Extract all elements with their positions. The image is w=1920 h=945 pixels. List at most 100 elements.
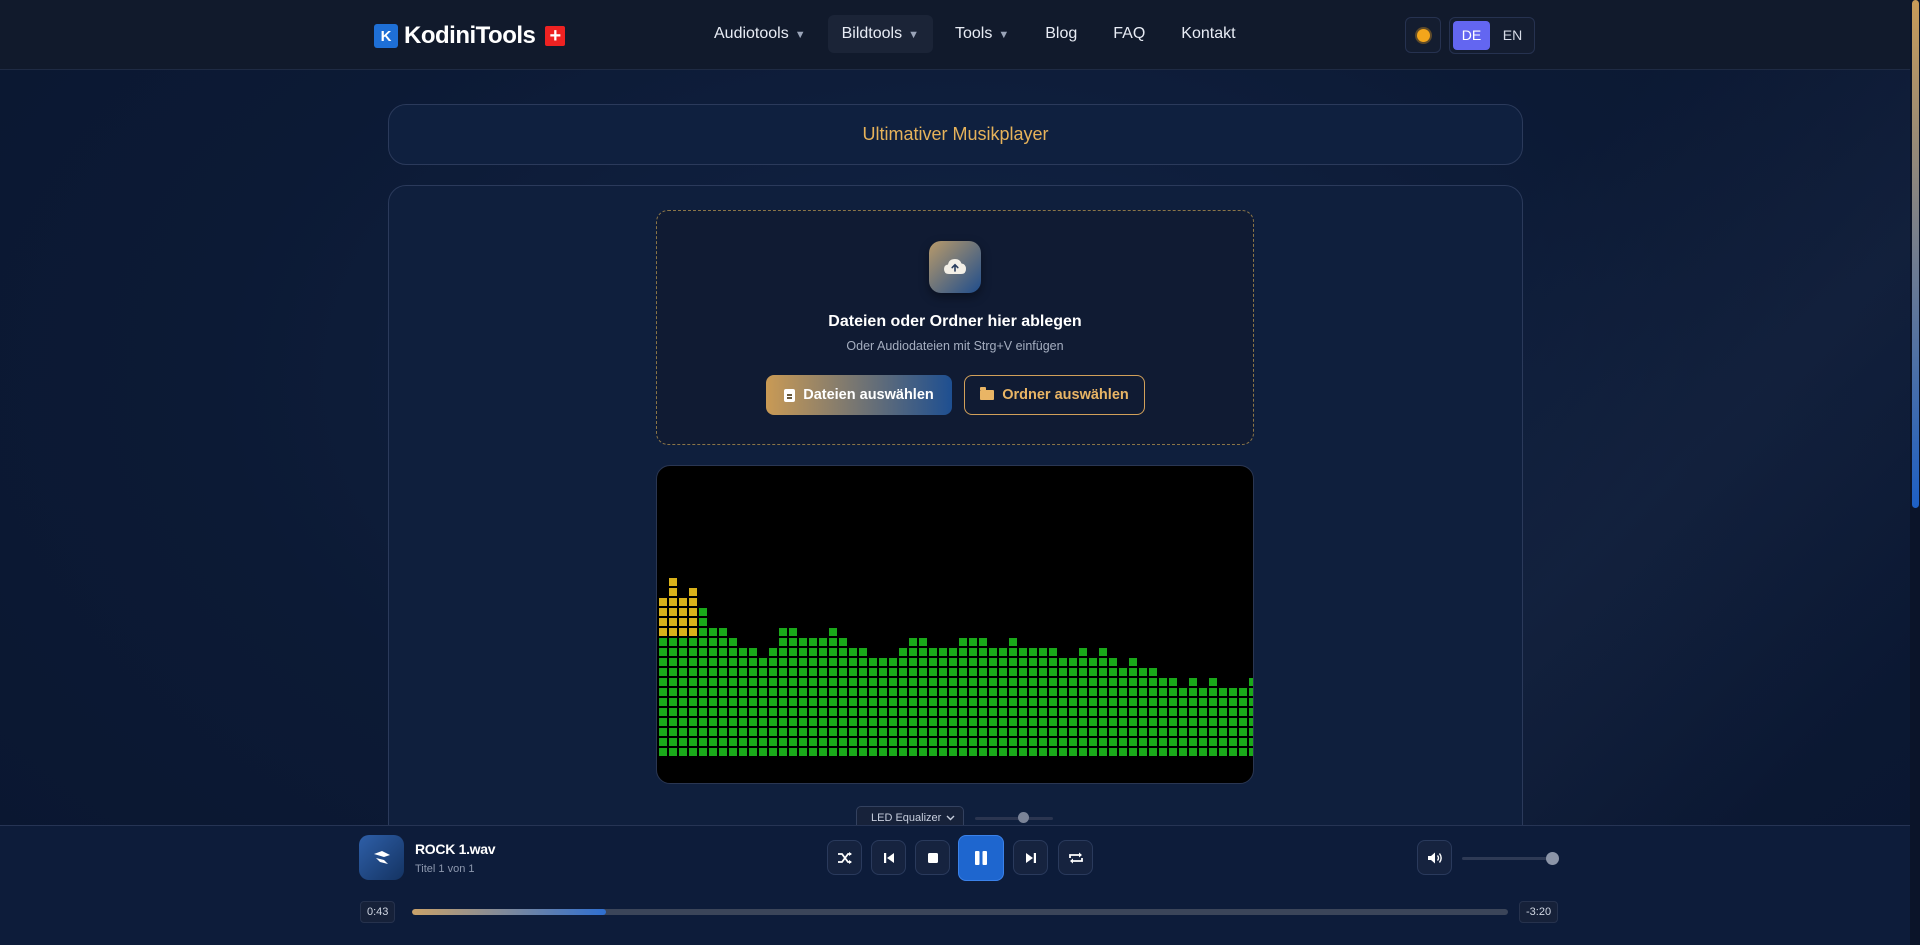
equalizer-bar <box>819 638 827 756</box>
language-en-button[interactable]: EN <box>1494 21 1531 50</box>
equalizer-bar <box>789 628 797 756</box>
menu-item-blog[interactable]: Blog <box>1031 15 1091 53</box>
equalizer-bar <box>1069 658 1077 756</box>
equalizer-bar <box>809 638 817 756</box>
equalizer-bar <box>779 628 787 756</box>
equalizer-bar <box>1249 678 1253 756</box>
file-dropzone[interactable]: Dateien oder Ordner hier ablegen Oder Au… <box>656 210 1254 445</box>
equalizer-bar <box>729 638 737 756</box>
theme-toggle-button[interactable] <box>1405 17 1441 53</box>
visualizer-sensitivity-slider[interactable] <box>975 817 1053 820</box>
page-title: Ultimativer Musikplayer <box>862 124 1049 144</box>
main-menu: Audiotools ▼ Bildtools ▼ Tools ▼ Blog FAQ K… <box>700 15 1250 53</box>
sun-icon <box>1416 28 1430 42</box>
equalizer-bar <box>1089 658 1097 756</box>
chevron-down-icon <box>946 815 955 821</box>
pause-button[interactable] <box>958 835 1004 881</box>
led-equalizer-visualizer <box>656 465 1254 784</box>
equalizer-bar <box>879 658 887 756</box>
equalizer-bar <box>659 598 667 756</box>
equalizer-bar <box>1129 658 1137 756</box>
volume-icon <box>1427 852 1442 863</box>
dropzone-subtitle: Oder Audiodateien mit Strg+V einfügen <box>846 339 1064 353</box>
menu-item-bildtools[interactable]: Bildtools ▼ <box>827 15 933 53</box>
equalizer-bar <box>769 648 777 756</box>
equalizer-bar <box>979 638 987 756</box>
visualizer-slider-knob[interactable] <box>1018 812 1029 823</box>
dropzone-title: Dateien oder Ordner hier ablegen <box>828 313 1082 330</box>
equalizer-bar <box>699 608 707 756</box>
menu-item-faq[interactable]: FAQ <box>1099 15 1159 53</box>
equalizer-bar <box>999 648 1007 756</box>
repeat-icon <box>1068 852 1083 863</box>
equalizer-bar <box>679 598 687 756</box>
page-title-card: Ultimativer Musikplayer <box>388 104 1523 165</box>
equalizer-bar <box>799 638 807 756</box>
equalizer-bar <box>909 638 917 756</box>
seek-bar[interactable] <box>412 909 1508 915</box>
logo-mark-icon: K <box>374 24 398 48</box>
file-icon <box>784 388 796 402</box>
equalizer-bar <box>969 638 977 756</box>
previous-button[interactable] <box>871 840 906 875</box>
equalizer-bar <box>829 628 837 756</box>
equalizer-bar <box>1119 668 1127 756</box>
select-folder-button[interactable]: Ordner auswählen <box>964 375 1145 415</box>
chevron-down-icon: ▼ <box>908 29 919 41</box>
select-files-button[interactable]: Dateien auswählen <box>766 375 952 415</box>
shuffle-button[interactable] <box>827 840 862 875</box>
page-scrollbar-thumb[interactable] <box>1912 0 1919 508</box>
equalizer-bar <box>1239 688 1247 756</box>
volume-slider-knob[interactable] <box>1546 852 1559 865</box>
time-remaining: -3:20 <box>1519 901 1559 923</box>
mute-button[interactable] <box>1417 840 1452 875</box>
language-de-button[interactable]: DE <box>1453 21 1490 50</box>
equalizer-bar <box>1149 668 1157 756</box>
equalizer-bar <box>939 648 947 756</box>
repeat-button[interactable] <box>1058 840 1093 875</box>
equalizer-bar <box>859 648 867 756</box>
logo[interactable]: K KodiniTools <box>374 22 566 50</box>
track-name: ROCK 1.wav <box>415 841 496 857</box>
equalizer-bar <box>1109 658 1117 756</box>
track-position: Titel 1 von 1 <box>415 863 475 875</box>
equalizer-bar <box>759 658 767 756</box>
equalizer-bar <box>1059 658 1067 756</box>
equalizer-bar <box>1079 648 1087 756</box>
equalizer-bar <box>1009 638 1017 756</box>
equalizer-bar <box>889 658 897 756</box>
equalizer-bar <box>849 648 857 756</box>
equalizer-bar <box>719 628 727 756</box>
equalizer-bar <box>749 648 757 756</box>
folder-icon <box>980 387 995 400</box>
menu-item-kontakt[interactable]: Kontakt <box>1167 15 1249 53</box>
equalizer-bar <box>839 638 847 756</box>
time-elapsed: 0:43 <box>360 901 396 923</box>
equalizer-bar <box>1159 678 1167 756</box>
equalizer-bar <box>1189 678 1197 756</box>
menu-item-audiotools[interactable]: Audiotools ▼ <box>700 15 820 53</box>
equalizer-bar <box>669 578 677 756</box>
equalizer-bar <box>919 638 927 756</box>
stop-button[interactable] <box>915 840 950 875</box>
equalizer-bar <box>959 638 967 756</box>
volume-slider[interactable] <box>1462 857 1554 860</box>
equalizer-bar <box>1029 648 1037 756</box>
equalizer-bar <box>689 588 697 756</box>
equalizer-bar <box>1049 648 1057 756</box>
seek-bar-progress <box>412 909 606 915</box>
equalizer-bar <box>869 658 877 756</box>
chevron-down-icon: ▼ <box>998 29 1010 41</box>
equalizer-canvas <box>659 578 1253 756</box>
skip-back-icon <box>883 852 894 863</box>
music-note-icon <box>373 850 390 864</box>
stop-icon <box>927 852 938 863</box>
equalizer-bar <box>1169 678 1177 756</box>
menu-item-tools[interactable]: Tools ▼ <box>941 15 1023 53</box>
next-button[interactable] <box>1013 840 1048 875</box>
equalizer-bar <box>1039 648 1047 756</box>
album-cover <box>359 835 404 880</box>
equalizer-bar <box>709 628 717 756</box>
equalizer-bar <box>1099 648 1107 756</box>
skip-forward-icon <box>1025 852 1036 863</box>
